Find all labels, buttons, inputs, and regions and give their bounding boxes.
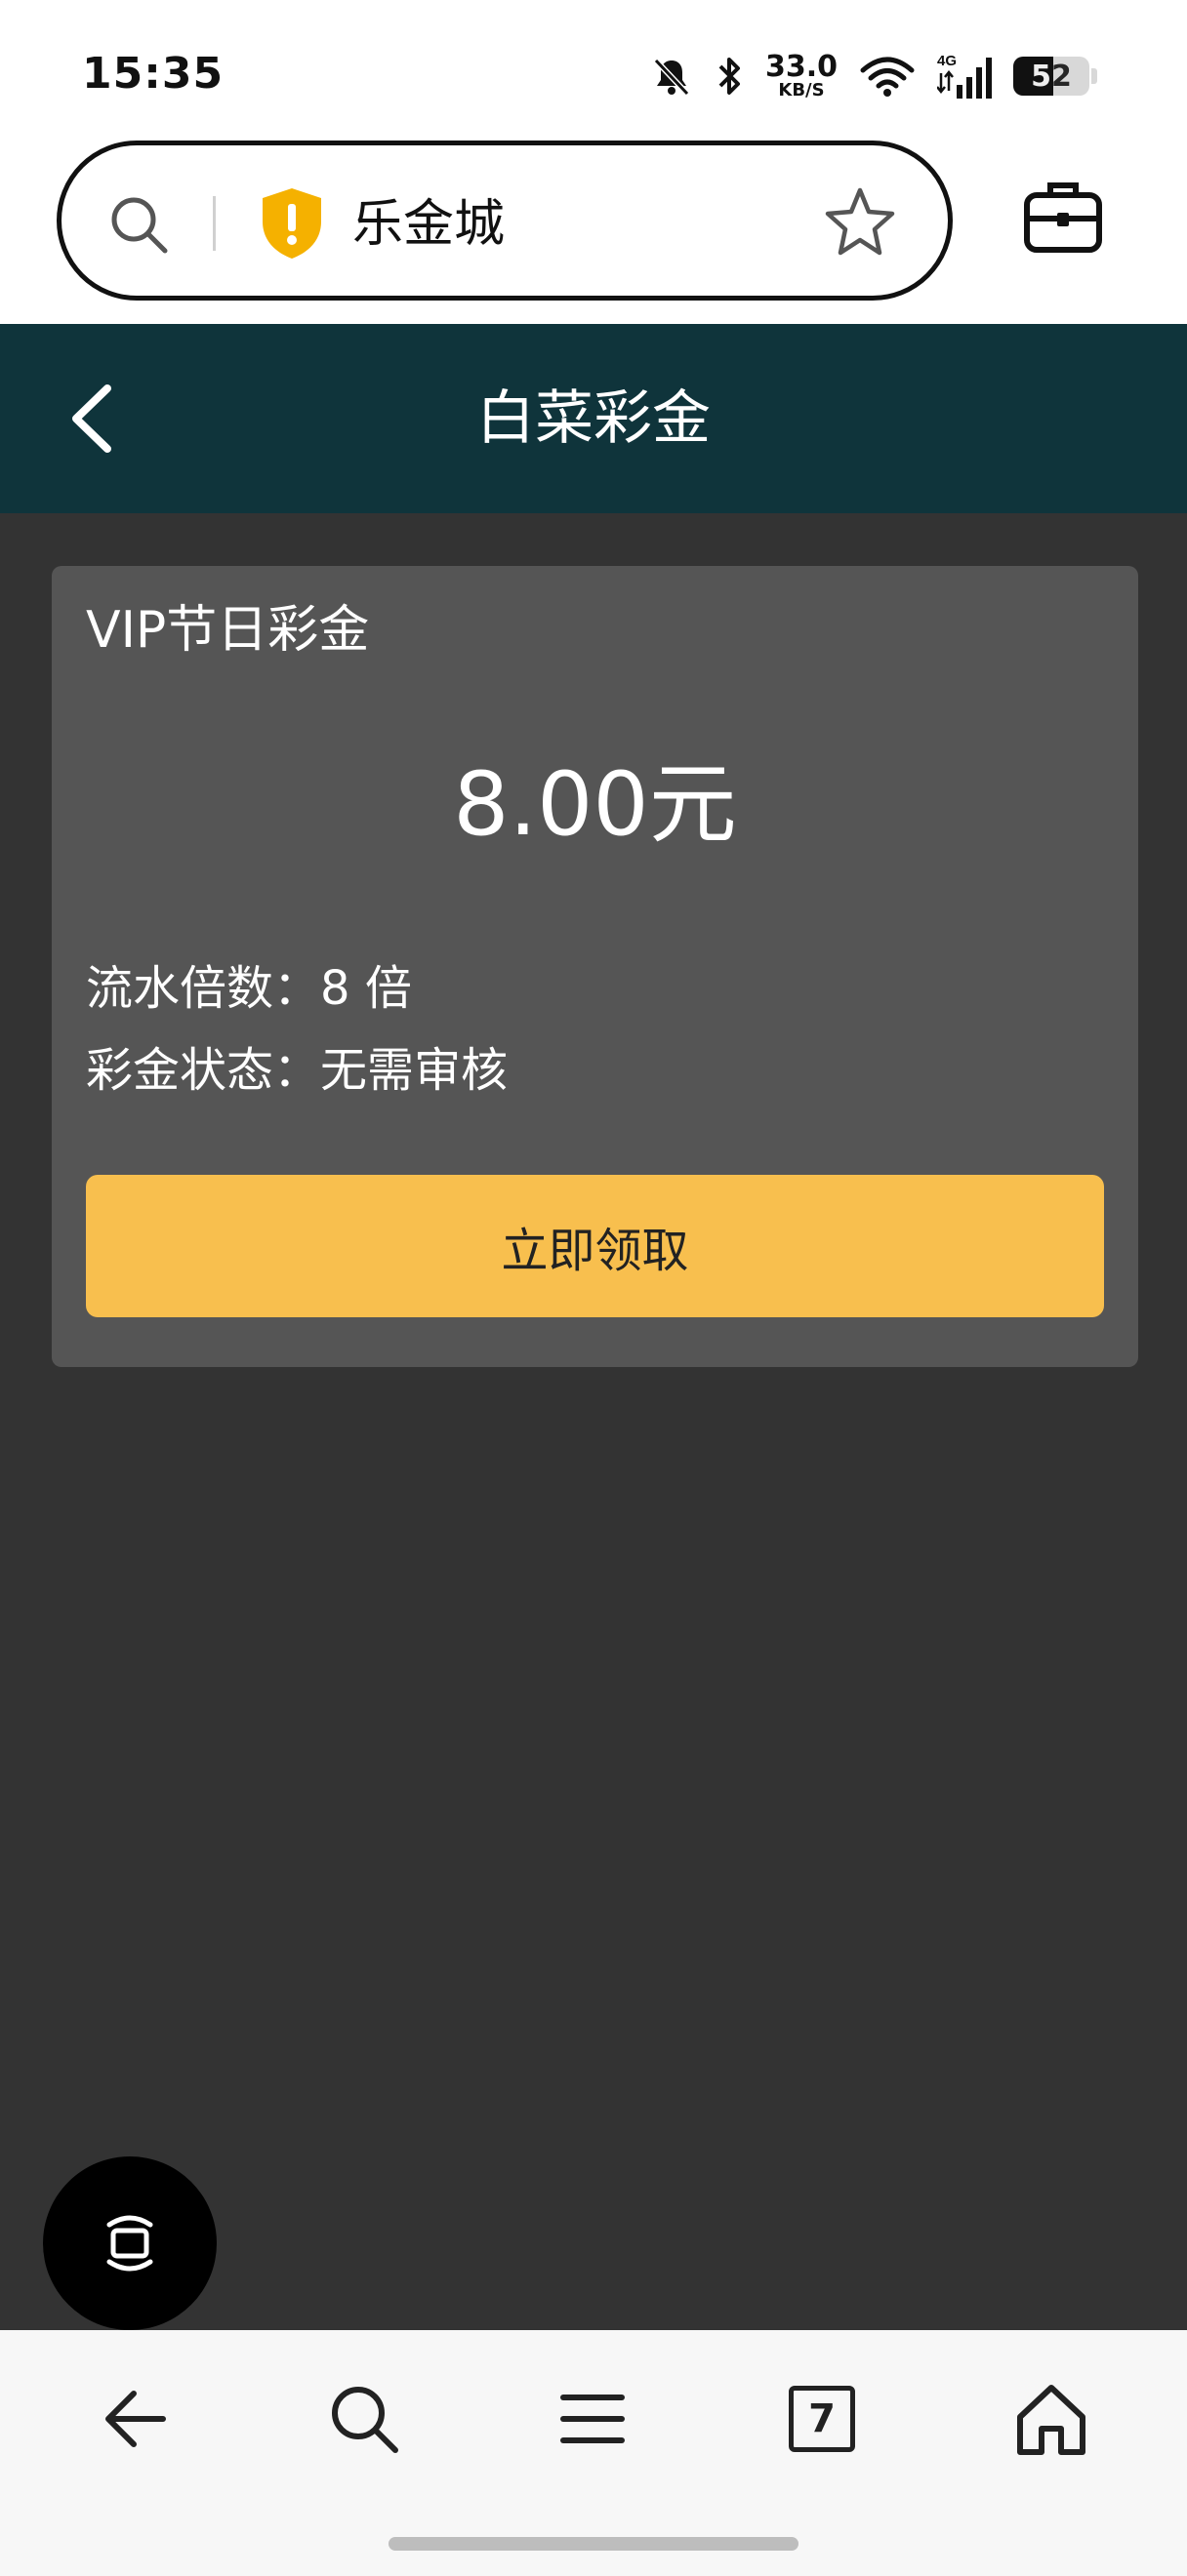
rotate-screen-icon — [106, 2215, 153, 2272]
net-speed: 33.0 KB/S — [765, 53, 838, 100]
shield-warning-icon[interactable] — [259, 186, 325, 261]
nav-menu-button[interactable] — [549, 2375, 636, 2463]
cell-signal-icon: 4G — [937, 53, 992, 99]
page-title: 白菜彩金 — [476, 384, 711, 453]
toolbox-icon[interactable] — [1023, 176, 1103, 256]
bonus-amount: 8.00元 — [453, 753, 737, 856]
status-icons: 33.0 KB/S 4G 52 — [650, 49, 1097, 103]
bonus-card: VIP节日彩金 8.00元 流水倍数：8 倍 彩金状态：无需审核 立即领取 — [52, 566, 1138, 1367]
search-icon[interactable] — [104, 190, 173, 259]
battery-cap — [1091, 68, 1097, 84]
tabs-icon: 7 — [789, 2386, 855, 2452]
floating-rotate-button[interactable] — [43, 2156, 217, 2330]
wifi-icon — [860, 57, 915, 97]
claim-button[interactable]: 立即领取 — [86, 1175, 1104, 1317]
back-arrow-icon — [105, 2391, 166, 2447]
bonus-name: VIP节日彩金 — [86, 601, 370, 660]
status-value: 无需审核 — [320, 1043, 509, 1098]
home-indicator[interactable] — [389, 2537, 798, 2551]
address-bar[interactable]: 乐金城 — [57, 141, 953, 301]
site-title[interactable]: 乐金城 — [352, 190, 505, 259]
net-speed-unit: KB/S — [778, 80, 825, 101]
turnover-row: 流水倍数：8 倍 — [86, 958, 412, 1019]
turnover-value: 8 倍 — [320, 961, 412, 1016]
status-row: 彩金状态：无需审核 — [86, 1040, 508, 1101]
home-icon — [1017, 2385, 1085, 2455]
page-header: 白菜彩金 — [0, 324, 1187, 513]
bell-muted-icon — [653, 58, 690, 97]
battery-level: 52 — [1031, 59, 1072, 94]
screen: 15:35 33.0 KB/S 4G 52 乐金城 白菜彩金 VIP节日彩金 8… — [0, 0, 1187, 2576]
network-type-label: 4G — [937, 53, 957, 69]
menu-icon — [560, 2395, 625, 2443]
nav-tabs-button[interactable]: 7 — [778, 2375, 866, 2463]
status-label: 彩金状态： — [86, 1043, 321, 1098]
net-speed-value: 33.0 — [764, 50, 838, 84]
turnover-label: 流水倍数： — [86, 961, 321, 1016]
nav-search-button[interactable] — [320, 2375, 408, 2463]
search-icon — [332, 2387, 398, 2453]
battery-icon: 52 — [1013, 57, 1089, 96]
star-icon[interactable] — [823, 184, 897, 259]
status-time: 15:35 — [82, 49, 225, 99]
nav-back-button[interactable] — [90, 2375, 178, 2463]
bluetooth-icon — [718, 58, 740, 95]
battery-group: 52 — [1013, 57, 1097, 96]
status-bar: 15:35 33.0 KB/S 4G 52 — [0, 0, 1187, 146]
browser-toolbar: 乐金城 — [0, 127, 1187, 324]
nav-home-button[interactable] — [1007, 2375, 1095, 2463]
address-divider — [213, 196, 216, 251]
